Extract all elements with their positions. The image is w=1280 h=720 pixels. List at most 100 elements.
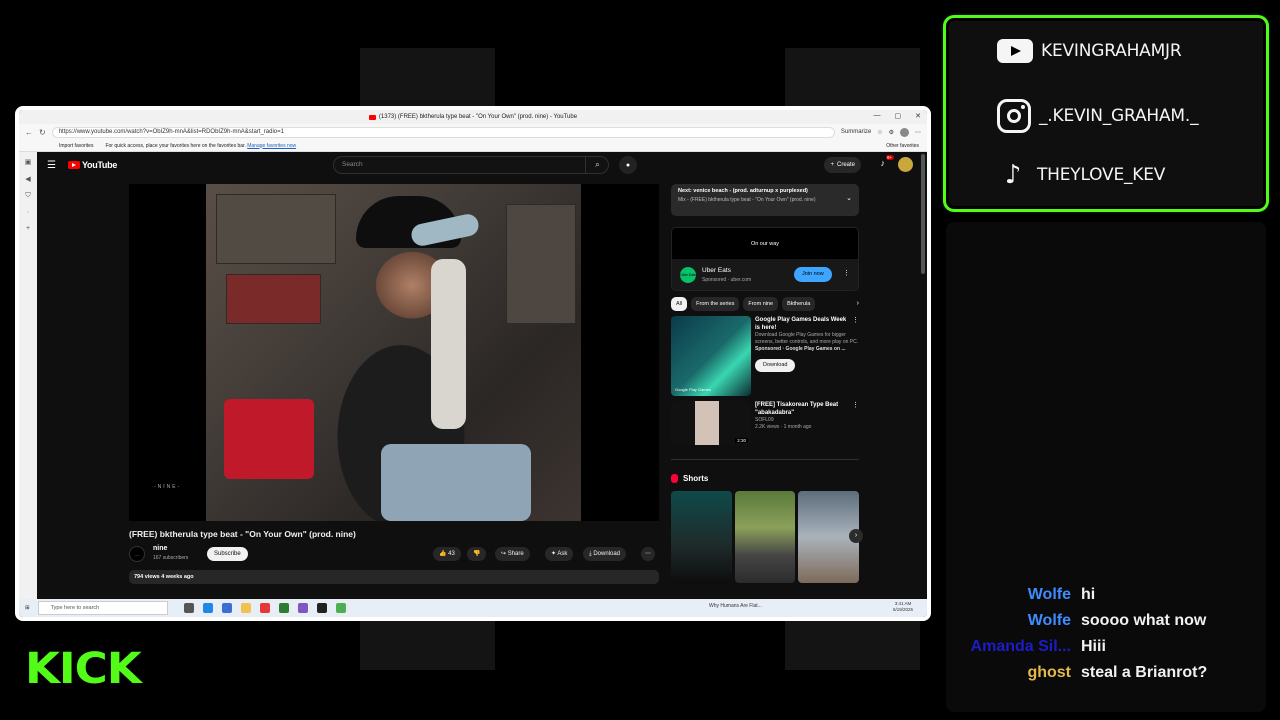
news-widget[interactable]: Why Humans Are Flat... [709, 603, 762, 609]
other-favorites-folder[interactable]: Other favorites [886, 143, 919, 149]
chevron-right-icon[interactable]: › [849, 529, 863, 543]
hamburger-menu-icon[interactable]: ☰ [47, 160, 56, 171]
chip-from-nine[interactable]: From nine [743, 297, 779, 311]
add-icon[interactable]: + [26, 225, 30, 232]
duration-badge: 2:30 [735, 438, 748, 443]
chevron-down-icon[interactable]: ⌄ [846, 194, 852, 202]
more-actions-button[interactable]: ⋯ [641, 547, 655, 561]
tab-title[interactable]: (1373) (FREE) bktherula type beat - "On … [379, 114, 577, 120]
xbox-icon[interactable] [278, 603, 289, 613]
app-icon[interactable] [297, 603, 308, 613]
chat-text: soooo what now [1081, 612, 1207, 629]
like-button[interactable]: 👍 43 [433, 547, 461, 561]
ad-brand[interactable]: Uber Eats [702, 267, 731, 274]
more-vert-icon[interactable]: ⋮ [843, 269, 850, 277]
tiktok-icon: ♪ [1004, 160, 1022, 190]
extensions-icon[interactable]: ⚙ [889, 129, 894, 136]
dot-icon[interactable]: · [27, 209, 29, 216]
url-field[interactable]: https://www.youtube.com/watch?v=ObIZ9h-m… [51, 126, 835, 138]
minimize-button[interactable]: — [874, 112, 881, 120]
download-button[interactable]: ⤓ Download [583, 547, 627, 561]
subscribe-button[interactable]: Subscribe [207, 547, 248, 561]
chevron-right-icon[interactable]: › [857, 297, 859, 311]
chip-from-series[interactable]: From the series [691, 297, 740, 311]
app-icon[interactable] [335, 603, 346, 613]
more-icon[interactable]: ⋯ [915, 129, 921, 136]
channel-row: — nine 167 subscribers Subscribe 👍 43 👎 … [129, 544, 659, 564]
shield-icon[interactable]: ⛉ [25, 192, 30, 200]
recommendation-item[interactable]: Google Play Games Google Play Games Deal… [671, 316, 859, 396]
recommendation-thumbnail[interactable]: 2:30 [671, 401, 751, 445]
shorts-icon [671, 474, 678, 483]
window-controls: — ▢ ✕ [874, 112, 922, 120]
import-favorites-link[interactable]: Import favorites [59, 143, 93, 149]
chat-text: hi [1081, 586, 1096, 603]
hair [431, 259, 466, 429]
youtube-app-icon[interactable] [259, 603, 270, 613]
recommendation-title[interactable]: [FREE] Tisakorean Type Beat "abakadabra" [755, 401, 859, 417]
account-avatar[interactable] [898, 157, 913, 172]
short-thumbnail[interactable] [671, 491, 732, 583]
edge-icon[interactable] [202, 603, 213, 613]
youtube-logo[interactable]: YouTube [67, 160, 117, 170]
youtube-handle-row: KEVINGRAHAMJR [997, 39, 1182, 63]
recommendation-meta: 2.2K views · 1 month ago [755, 424, 812, 430]
back-icon[interactable]: ← [25, 128, 33, 137]
next-video-subtitle: Mix - (FREE) bktherula type beat - "On Y… [678, 197, 816, 203]
refresh-icon[interactable]: ↻ [39, 128, 46, 137]
video-title: (FREE) bktherula type beat - "On Your Ow… [129, 529, 356, 539]
recommendation-channel[interactable]: SOFL09 [755, 417, 859, 424]
video-player[interactable]: -NINE- [129, 184, 659, 521]
search-input[interactable]: Search [333, 156, 609, 174]
channel-name[interactable]: nine [153, 545, 167, 552]
manage-favorites-link[interactable]: Manage favorites now [247, 143, 296, 149]
autoplay-next-card[interactable]: Next: venice beach - (prod. adturnup x p… [671, 184, 859, 216]
notifications-bell-icon[interactable]: ♪ 9+ [881, 155, 894, 168]
speaker-icon[interactable]: ◀ [25, 175, 30, 183]
share-button[interactable]: ↪ Share [495, 547, 530, 561]
task-view-icon[interactable] [183, 603, 194, 613]
create-button[interactable]: + Create [824, 157, 861, 173]
dislike-button[interactable]: 👎 [467, 547, 487, 561]
chip-bktherula[interactable]: Bktherula [782, 297, 816, 311]
more-vert-icon[interactable]: ⋮ [852, 401, 859, 409]
view-count: 794 views 4 weeks ago [134, 574, 194, 580]
summarize-button[interactable]: Summarize [841, 129, 871, 135]
browser-sidebar: ▣ ◀ ⛉ · + [19, 152, 37, 599]
channel-avatar[interactable]: — [129, 546, 145, 562]
notification-badge: 9+ [885, 155, 894, 160]
more-vert-icon[interactable]: ⋮ [852, 316, 859, 324]
search-icon[interactable]: ⌕ [585, 156, 609, 174]
windows-start-icon[interactable]: ⊞ [25, 605, 30, 611]
taskbar-search-input[interactable]: Type here to search [37, 601, 168, 615]
notepad-icon[interactable] [221, 603, 232, 613]
file-explorer-icon[interactable] [240, 603, 251, 613]
recommendation-thumbnail[interactable]: Google Play Games [671, 316, 751, 396]
favorite-star-icon[interactable]: ☆ [877, 129, 882, 136]
poster [506, 204, 576, 324]
ad-video[interactable]: On our way [671, 227, 859, 259]
profile-avatar[interactable] [900, 127, 909, 137]
close-button[interactable]: ✕ [915, 112, 921, 120]
shorts-header: Shorts [671, 459, 859, 483]
recommendation-item[interactable]: 2:30 [FREE] Tisakorean Type Beat "abakad… [671, 401, 859, 445]
short-thumbnail[interactable] [734, 491, 796, 583]
subscriber-count: 167 subscribers [153, 555, 189, 561]
download-cta-button[interactable]: Download [755, 359, 796, 372]
recommendation-title[interactable]: Google Play Games Deals Week is here! [755, 316, 859, 332]
capcut-icon[interactable] [316, 603, 327, 613]
chip-all[interactable]: All [671, 297, 688, 311]
recommendation-description: Download Google Play Games for bigger sc… [755, 332, 859, 345]
chat-message: Amanda Sil... Hiii [946, 638, 1266, 656]
scrollbar[interactable] [921, 154, 925, 274]
taskbar-clock[interactable]: 3:41 AM 6/19/2025 [893, 601, 913, 613]
description-box[interactable]: 794 views 4 weeks ago [129, 570, 659, 584]
browser-content: (1373) (FREE) bktherula type beat - "On … [19, 110, 927, 617]
ask-button[interactable]: ✦ Ask [545, 547, 574, 561]
microphone-icon[interactable]: ● [619, 156, 637, 174]
tabs-icon[interactable]: ▣ [25, 158, 32, 166]
maximize-button[interactable]: ▢ [895, 112, 902, 120]
chat-message: Wolfe hi [946, 586, 1266, 604]
address-bar: ← ↻ https://www.youtube.com/watch?v=ObIZ… [19, 124, 927, 140]
join-now-button[interactable]: Join now [794, 267, 832, 282]
